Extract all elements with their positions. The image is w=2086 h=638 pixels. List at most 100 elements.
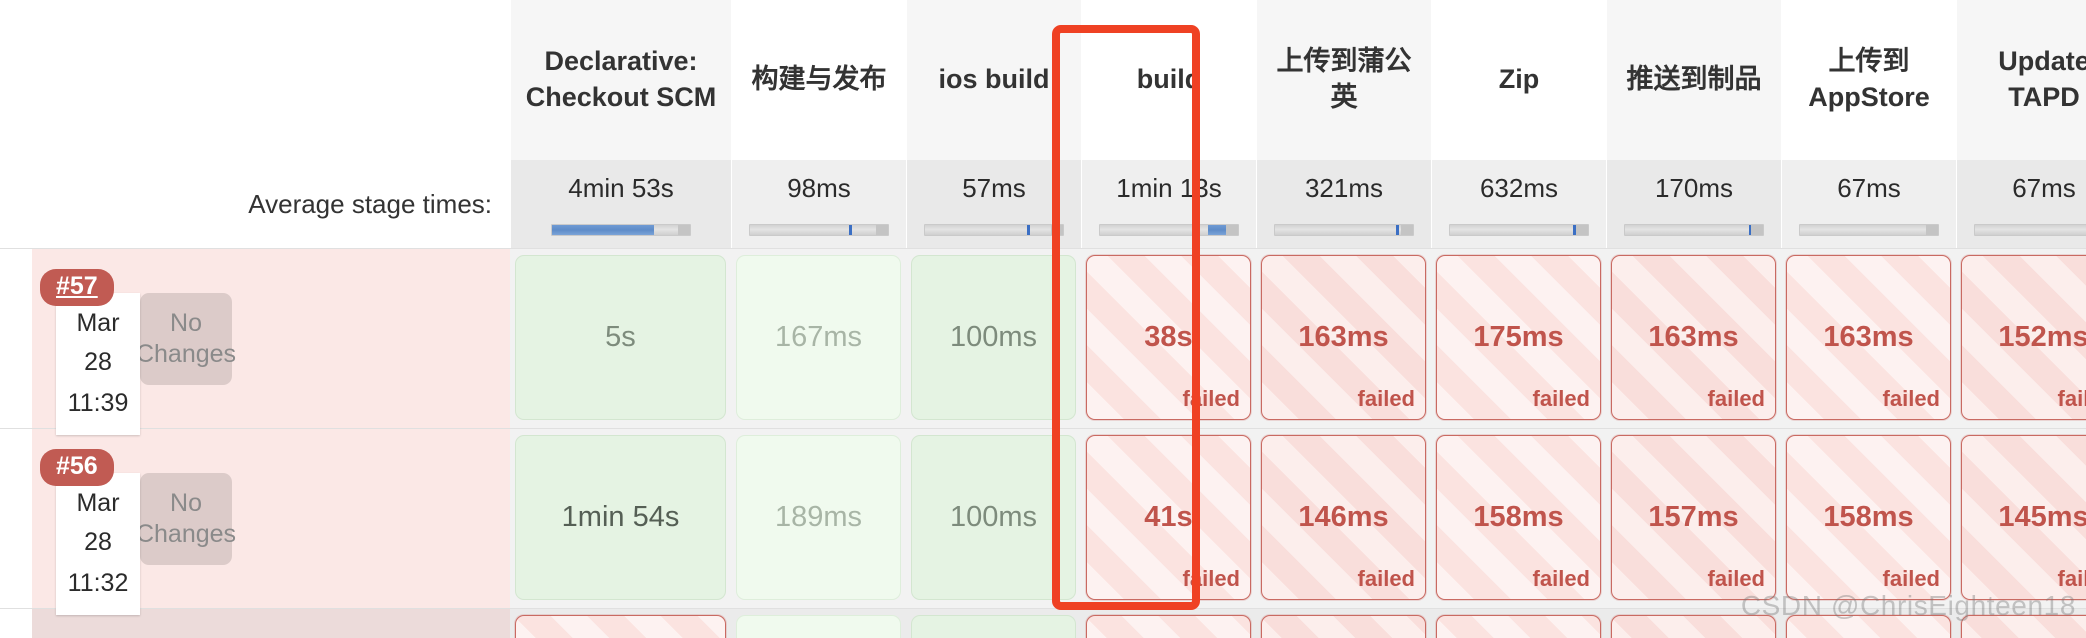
stage-cell[interactable]: 100ms [906, 248, 1081, 428]
stage-result-box[interactable]: 189ms [736, 435, 901, 600]
stage-result-box[interactable]: 41s failed [1086, 435, 1251, 600]
stage-duration: 38s [1144, 321, 1193, 353]
stage-result-box[interactable] [736, 615, 901, 638]
stage-result-box[interactable] [1086, 615, 1251, 638]
stage-cell[interactable]: 163ms failed [1606, 248, 1781, 428]
average-cell-upload-appstore: 67ms [1781, 160, 1956, 248]
stage-result-box[interactable]: 158ms failed [1436, 435, 1601, 600]
stage-result-box[interactable] [911, 615, 1076, 638]
stage-result-box[interactable]: 163ms failed [1786, 255, 1951, 420]
build-date: Mar 28 [76, 309, 120, 376]
stage-cell[interactable] [1256, 608, 1431, 638]
stage-result-box[interactable]: 1min 54s [515, 435, 726, 600]
stage-result-box[interactable]: 163ms failed [1611, 255, 1776, 420]
stage-cell[interactable]: 167ms [731, 248, 906, 428]
stage-duration: 157ms [1648, 501, 1739, 533]
stage-result-box[interactable]: 100ms [911, 255, 1076, 420]
stage-cell[interactable]: 158ms failed [1781, 428, 1956, 608]
stage-cell[interactable]: 38s failed [1081, 248, 1256, 428]
stage-cell[interactable]: 145ms failed [1956, 428, 2086, 608]
stage-header-push-artifact[interactable]: 推送到制品 [1606, 0, 1781, 160]
stage-status: failed [1357, 386, 1415, 411]
stage-header-label: 上传到蒲公英 [1276, 46, 1412, 112]
stage-duration: 41s [1144, 501, 1193, 533]
stage-cell[interactable] [731, 608, 906, 638]
build-changes[interactable]: No Changes [136, 473, 236, 565]
stage-cell[interactable]: 158ms failed [1431, 428, 1606, 608]
stage-result-box[interactable]: 175ms failed [1436, 255, 1601, 420]
stage-cell[interactable] [1081, 608, 1256, 638]
average-duration: 98ms [787, 173, 851, 203]
stage-result-box[interactable] [515, 615, 726, 638]
build-row[interactable]: #57 Mar 28 11:39 No Changes 5s 167ms 100… [0, 248, 2086, 436]
stage-result-box[interactable]: 167ms [736, 255, 901, 420]
stage-result-box[interactable]: 145ms failed [1961, 435, 2086, 600]
stage-result-box[interactable]: 5s [515, 255, 726, 420]
average-duration-bar [749, 224, 889, 236]
stage-header-declarative-checkout-scm[interactable]: Declarative: Checkout SCM [510, 0, 731, 160]
stage-result-box[interactable]: 163ms failed [1261, 255, 1426, 420]
build-date: Mar 28 [76, 489, 120, 556]
stage-cell[interactable] [906, 608, 1081, 638]
stage-duration: 100ms [949, 321, 1038, 353]
stage-result-box[interactable] [1611, 615, 1776, 638]
stage-result-box[interactable]: 158ms failed [1786, 435, 1951, 600]
stage-cell[interactable] [1431, 608, 1606, 638]
stage-cell[interactable]: 163ms failed [1781, 248, 1956, 428]
average-cell-ios-build: 57ms [906, 160, 1081, 248]
stage-cell[interactable]: 163ms failed [1256, 248, 1431, 428]
stage-header-label: Update TAPD [1998, 46, 2086, 112]
stage-result-box[interactable] [1261, 615, 1426, 638]
average-cell-build: 1min 13s [1081, 160, 1256, 248]
stage-cell[interactable]: 1min 54s [510, 428, 731, 608]
stage-cell[interactable] [1956, 608, 2086, 638]
stage-header-row: Declarative: Checkout SCM 构建与发布 ios buil… [0, 0, 2086, 160]
average-cell-zip: 632ms [1431, 160, 1606, 248]
stage-status: failed [1882, 566, 1940, 591]
stage-header-upload-pgyer[interactable]: 上传到蒲公英 [1256, 0, 1431, 160]
stage-cell[interactable] [1781, 608, 1956, 638]
stage-cell[interactable] [510, 608, 731, 638]
stage-result-box[interactable]: 152ms failed [1961, 255, 2086, 420]
stage-status: failed [1357, 566, 1415, 591]
build-number-badge[interactable]: #56 [40, 449, 114, 486]
stage-status: failed [1182, 386, 1240, 411]
stage-cell[interactable]: 152ms failed [1956, 248, 2086, 428]
stage-cell[interactable]: 175ms failed [1431, 248, 1606, 428]
stage-cell[interactable] [1606, 608, 1781, 638]
stage-header-update-tapd[interactable]: Update TAPD [1956, 0, 2086, 160]
build-changes[interactable]: No Changes [136, 293, 236, 385]
stage-result-box[interactable] [1786, 615, 1951, 638]
build-row-partial[interactable] [0, 608, 2086, 638]
build-number-badge[interactable]: #57 [40, 269, 114, 306]
stage-header-ios-build[interactable]: ios build [906, 0, 1081, 160]
stage-status: failed [1707, 566, 1765, 591]
stage-header-zip[interactable]: Zip [1431, 0, 1606, 160]
stage-cell[interactable]: 146ms failed [1256, 428, 1431, 608]
stage-header-upload-appstore[interactable]: 上传到AppStore [1781, 0, 1956, 160]
stage-header-label: Zip [1498, 64, 1540, 95]
stage-result-box[interactable]: 100ms [911, 435, 1076, 600]
stage-duration: 175ms [1473, 321, 1564, 353]
stage-result-box[interactable] [1961, 615, 2086, 638]
build-timestamp: Mar 28 11:32 [56, 473, 140, 616]
stage-duration: 145ms [1998, 501, 2086, 533]
stage-result-box[interactable]: 157ms failed [1611, 435, 1776, 600]
average-duration: 67ms [2012, 173, 2076, 203]
build-info-cell: #57 Mar 28 11:39 No Changes [0, 248, 510, 436]
stage-cell[interactable]: 41s failed [1081, 428, 1256, 608]
stage-cell[interactable]: 100ms [906, 428, 1081, 608]
row-gutter [0, 249, 32, 428]
stage-cell[interactable]: 189ms [731, 428, 906, 608]
stage-header-build[interactable]: build [1081, 0, 1256, 160]
stage-result-box[interactable]: 146ms failed [1261, 435, 1426, 600]
stage-cell[interactable]: 5s [510, 248, 731, 428]
average-duration-bar [924, 224, 1064, 236]
stage-result-box[interactable]: 38s failed [1086, 255, 1251, 420]
build-row[interactable]: #56 Mar 28 11:32 No Changes 1min 54s 189… [0, 428, 2086, 616]
stage-result-box[interactable] [1436, 615, 1601, 638]
stage-header-build-and-publish[interactable]: 构建与发布 [731, 0, 906, 160]
stage-cell[interactable]: 157ms failed [1606, 428, 1781, 608]
stage-duration: 163ms [1648, 321, 1739, 353]
stage-duration: 158ms [1473, 501, 1564, 533]
